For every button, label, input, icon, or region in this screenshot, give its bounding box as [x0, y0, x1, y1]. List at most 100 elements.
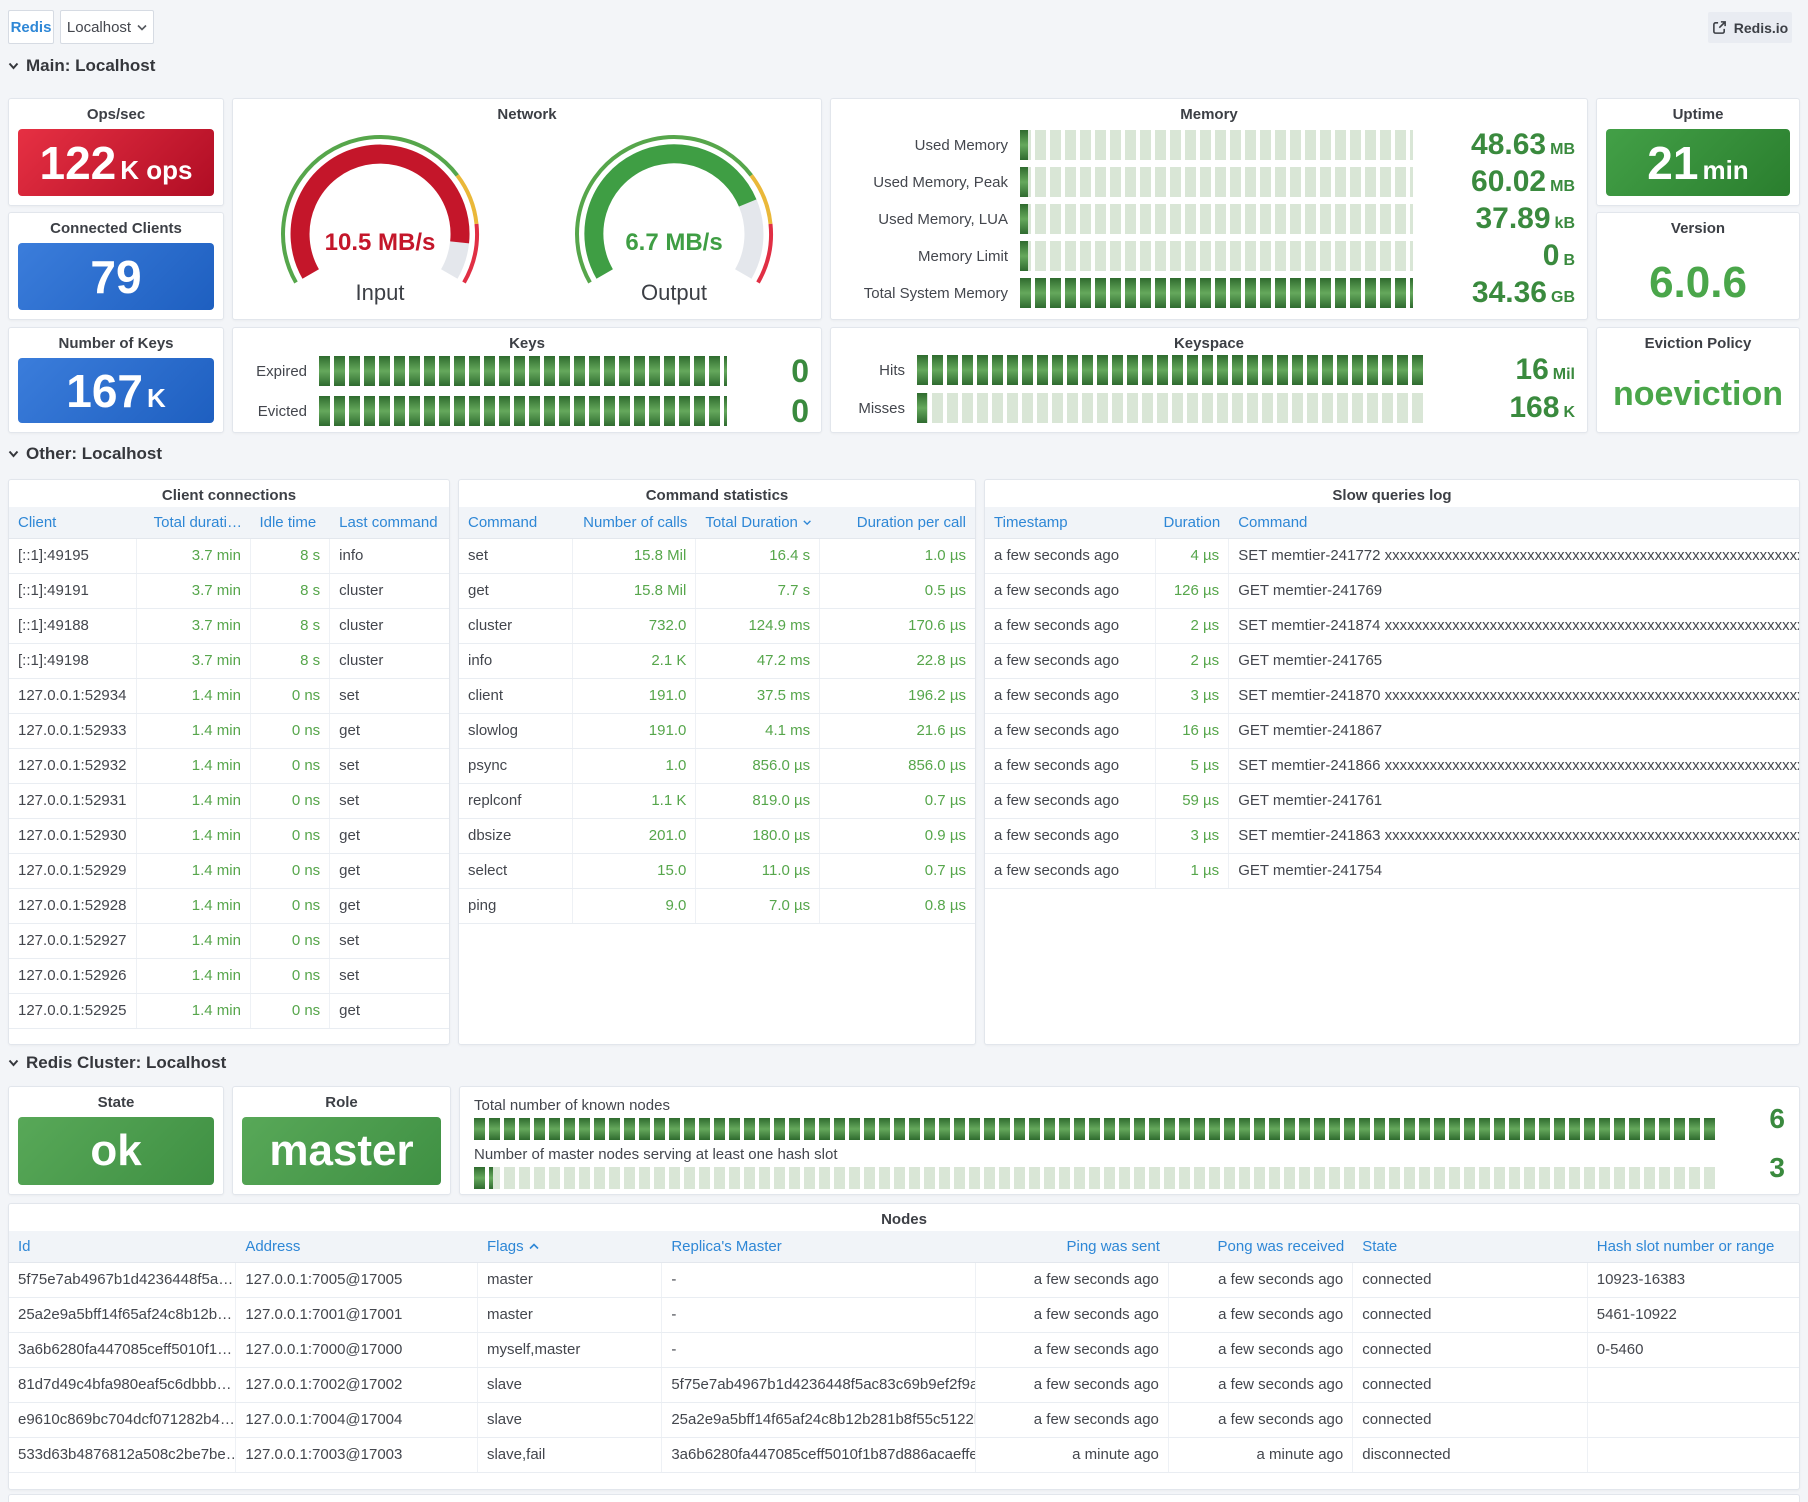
panel-connected-clients: Connected Clients 79	[8, 212, 224, 320]
table-cell: 0.8 µs	[820, 889, 975, 923]
table-row: 81d7d49c4bfa980eaf5c6dbbb…127.0.0.1:7002…	[9, 1368, 1799, 1403]
table-cell: connected	[1353, 1263, 1587, 1297]
panel-uptime: Uptime 21min	[1596, 98, 1800, 206]
column-header-label: Duration per call	[857, 514, 966, 531]
cluster-bar-gauges: Total number of known nodes6Number of ma…	[460, 1087, 1799, 1191]
table-row: cluster732.0124.9 ms170.6 µs	[459, 609, 975, 644]
table-cell: a few seconds ago	[976, 1333, 1169, 1367]
lcd-bar	[1020, 130, 1413, 160]
table-cell: 126 µs	[1156, 574, 1229, 608]
table-header-row: Client Total durati… Idle timeLast command	[9, 507, 449, 539]
ops-value-box: 122K ops	[18, 129, 214, 196]
table-row: 3a6b6280fa447085ceff5010f1…127.0.0.1:700…	[9, 1333, 1799, 1368]
table-cell: a few seconds ago	[985, 714, 1156, 748]
bar-gauge-row-total-system-memory: Total System Memory34.36GB	[831, 278, 1587, 308]
column-header-command[interactable]: Command	[459, 507, 573, 538]
redis-io-link[interactable]: Redis.io	[1708, 12, 1792, 43]
nodes-table: IdAddressFlagsReplica's MasterPing was s…	[9, 1231, 1799, 1473]
column-header-replica-s-master[interactable]: Replica's Master	[662, 1231, 975, 1262]
table-cell: a few seconds ago	[1169, 1298, 1353, 1332]
table-cell: 127.0.0.1:52934	[9, 679, 137, 713]
table-cell: 1.4 min	[137, 819, 251, 853]
column-header-state[interactable]: State	[1353, 1231, 1587, 1262]
table-cell: replconf	[459, 784, 573, 818]
column-header-duration-per-call[interactable]: Duration per call	[820, 507, 975, 538]
table-cell: 8 s	[251, 574, 330, 608]
table-cell: 59 µs	[1156, 784, 1229, 818]
table-cell: 1.4 min	[137, 679, 251, 713]
column-header-client[interactable]: Client	[9, 507, 137, 538]
table-cell: 81d7d49c4bfa980eaf5c6dbbb…	[9, 1368, 236, 1402]
table-cell: 7.7 s	[696, 574, 820, 608]
section-cluster-header[interactable]: Redis Cluster: Localhost	[8, 1053, 226, 1073]
panel-title-keyspace: Keyspace	[831, 328, 1587, 355]
bar-gauge-row-expired: Expired0	[233, 355, 821, 387]
table-cell: 127.0.0.1:7005@17005	[236, 1263, 478, 1297]
column-header-hash-slot-number-or-range[interactable]: Hash slot number or range	[1588, 1231, 1799, 1262]
bar-gauge-row-misses: Misses168K	[831, 393, 1587, 423]
column-header-timestamp[interactable]: Timestamp	[985, 507, 1156, 538]
lcd-bar	[1020, 278, 1413, 308]
table-row: a few seconds ago126 µsGET memtier-24176…	[985, 574, 1799, 609]
bar-gauge-row-memory-limit: Memory Limit0B	[831, 241, 1587, 271]
keys-bar-gauges: Expired0Evicted0	[233, 355, 821, 427]
table-cell: connected	[1353, 1368, 1587, 1402]
table-cell: slave	[478, 1368, 662, 1402]
table-cell: master	[478, 1263, 662, 1297]
table-cell: 1.4 min	[137, 889, 251, 923]
table-row: client191.037.5 ms196.2 µs	[459, 679, 975, 714]
column-header-id[interactable]: Id	[9, 1231, 236, 1262]
bar-gauge-label: Hits	[843, 362, 905, 379]
clients-value: 79	[90, 254, 141, 300]
column-header-command[interactable]: Command	[1229, 507, 1799, 538]
column-header-label: Total durati…	[154, 514, 242, 531]
state-value-box: ok	[18, 1117, 214, 1185]
panel-title-client-connections: Client connections	[9, 480, 449, 507]
table-cell: 0.7 µs	[820, 854, 975, 888]
bar-gauge-row-hits: Hits16Mil	[831, 355, 1587, 385]
column-header-ping-was-sent[interactable]: Ping was sent	[976, 1231, 1169, 1262]
panel-memory: Memory Used Memory48.63MBUsed Memory, Pe…	[830, 98, 1588, 320]
column-header-total-durati[interactable]: Total durati…	[137, 507, 251, 538]
table-cell: 8 s	[251, 539, 330, 573]
column-header-total-duration[interactable]: Total Duration	[696, 507, 820, 538]
section-other-header[interactable]: Other: Localhost	[8, 444, 162, 464]
column-header-address[interactable]: Address	[236, 1231, 478, 1262]
panel-title-eviction: Eviction Policy	[1597, 328, 1799, 355]
clients-value-box: 79	[18, 243, 214, 310]
host-dropdown[interactable]: Localhost	[60, 10, 154, 44]
num-keys-unit: K	[147, 385, 166, 411]
table-row: 127.0.0.1:529271.4 min0 nsset	[9, 924, 449, 959]
column-header-number-of-calls[interactable]: Number of calls	[573, 507, 697, 538]
bar-gauge-label: Misses	[843, 400, 905, 417]
column-header-duration[interactable]: Duration	[1156, 507, 1229, 538]
table-cell: 127.0.0.1:7003@17003	[236, 1438, 478, 1472]
table-cell: a few seconds ago	[1169, 1263, 1353, 1297]
eviction-value: noeviction	[1597, 375, 1799, 414]
table-cell: 127.0.0.1:52929	[9, 854, 137, 888]
role-value-box: master	[242, 1117, 441, 1185]
table-cell: 1.4 min	[137, 854, 251, 888]
column-header-last-command[interactable]: Last command	[330, 507, 449, 538]
column-header-idle-time[interactable]: Idle time	[251, 507, 330, 538]
table-cell: 25a2e9a5bff14f65af24c8b12b281b8f55c5122b	[662, 1403, 975, 1437]
uptime-value: 21	[1647, 140, 1698, 186]
table-row: slowlog191.04.1 ms21.6 µs	[459, 714, 975, 749]
table-row: a few seconds ago16 µsGET memtier-241867	[985, 714, 1799, 749]
panel-network: Network 10.5 MB/sInput 6.7 MB/sOutput	[232, 98, 822, 320]
table-row: select15.011.0 µs0.7 µs	[459, 854, 975, 889]
table-cell: 819.0 µs	[696, 784, 820, 818]
table-cell: set	[330, 749, 449, 783]
cluster-gauge-row: Number of master nodes serving at least …	[460, 1142, 1799, 1191]
section-cluster-title: Redis Cluster: Localhost	[26, 1053, 226, 1073]
column-header-pong-was-received[interactable]: Pong was received	[1169, 1231, 1353, 1262]
table-cell: 8 s	[251, 644, 330, 678]
cluster-gauge-row: Total number of known nodes6	[460, 1093, 1799, 1142]
section-main-header[interactable]: Main: Localhost	[8, 56, 155, 76]
table-row: a few seconds ago3 µsSET memtier-241863 …	[985, 819, 1799, 854]
panel-title-memory: Memory	[831, 99, 1587, 126]
table-cell: GET memtier-241765	[1229, 644, 1799, 678]
redis-app-chip[interactable]: Redis	[8, 10, 54, 44]
panel-title-network: Network	[233, 99, 821, 126]
column-header-flags[interactable]: Flags	[478, 1231, 662, 1262]
